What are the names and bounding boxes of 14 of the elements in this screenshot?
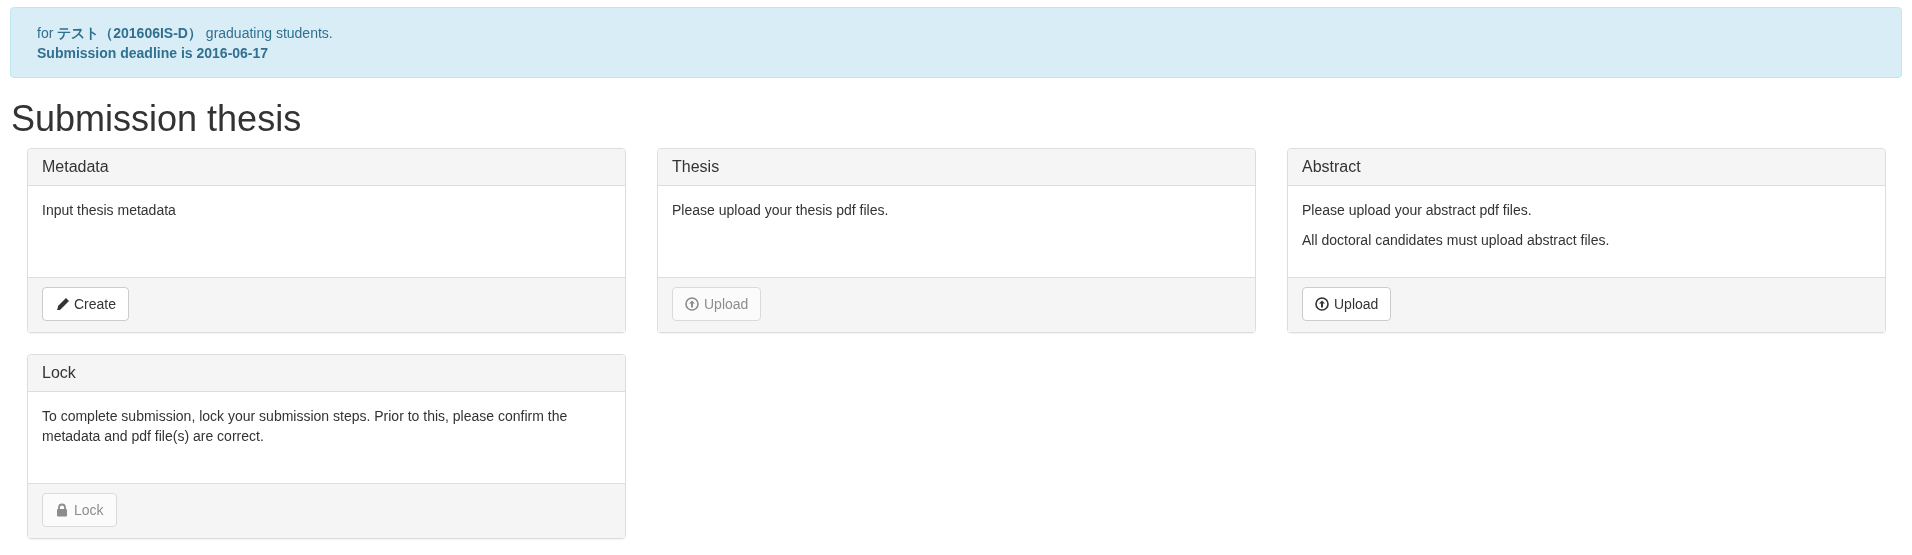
- panel-title: Metadata: [28, 148, 625, 186]
- panel-text: Input thesis metadata: [42, 200, 177, 220]
- panel-title: Thesis: [658, 148, 1255, 186]
- panel-title: Abstract: [1288, 148, 1885, 186]
- panel-title: Lock: [28, 354, 625, 392]
- upload-button[interactable]: Upload: [1302, 286, 1392, 321]
- panel-text: Please upload your abstract pdf files.: [1302, 200, 1533, 220]
- create-button[interactable]: Create: [42, 286, 130, 321]
- panel-text: To complete submission, lock your submission steps. Prior to this, please confirm the metadata and pdf file(s) are correct.: [42, 406, 569, 446]
- panel-text: Please upload your thesis pdf files.: [672, 200, 890, 220]
- page-title: Submission thesis: [11, 99, 303, 139]
- alert-text: for テスト（201606IS-D） graduating students.: [37, 24, 334, 43]
- panel-text: All doctoral candidates must upload abstract files.: [1302, 230, 1611, 250]
- alert-text: Submission deadline is 2016-06-17: [37, 44, 270, 63]
